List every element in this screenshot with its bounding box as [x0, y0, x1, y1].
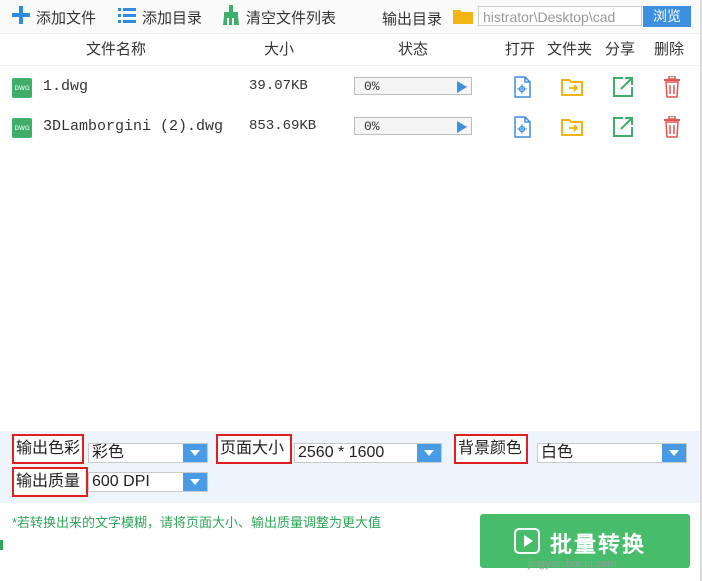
watermark-text: jingyan.baidu.com — [528, 558, 617, 570]
header-divider — [0, 65, 700, 66]
output-dir-label: 输出目录 — [382, 11, 443, 28]
bg-color-value: 白色 — [541, 444, 574, 461]
col-open-header: 打开 — [505, 41, 536, 58]
col-delete-header: 删除 — [654, 41, 685, 58]
add-dir-icon — [116, 5, 142, 29]
chevron-down-icon — [183, 444, 207, 462]
page-size-value: 2560 * 1600 — [298, 444, 385, 461]
add-file-button[interactable]: 添加文件 — [10, 6, 96, 28]
clear-list-icon — [220, 4, 246, 30]
page-size-select[interactable]: 2560 * 1600 — [294, 443, 442, 463]
app-window: 添加文件 添加目录 清空文件列表 输出目录 histrator\Desktop\… — [0, 0, 702, 581]
browse-button[interactable]: 浏览 — [643, 6, 691, 27]
play-circle-icon — [514, 528, 540, 558]
open-folder-icon[interactable] — [560, 76, 584, 102]
dwg-file-icon: DWG — [12, 118, 32, 138]
bg-color-select[interactable]: 白色 — [537, 443, 687, 463]
progress-text: 0% — [364, 119, 380, 134]
quality-value: 600 DPI — [92, 473, 150, 490]
col-folder-header: 文件夹 — [547, 41, 593, 58]
share-icon[interactable] — [612, 116, 634, 142]
chevron-down-icon — [662, 444, 686, 462]
output-path-input[interactable]: histrator\Desktop\cad — [478, 6, 642, 26]
col-size-header: 大小 — [264, 41, 295, 58]
chevron-down-icon — [183, 473, 207, 491]
file-name: 3DLamborgini (2).dwg — [43, 118, 224, 135]
share-icon[interactable] — [612, 76, 634, 102]
add-file-icon — [10, 4, 36, 30]
file-name: 1.dwg — [43, 78, 89, 95]
file-row[interactable]: DWG 3DLamborgini (2).dwg 853.69KB 0% — [0, 107, 700, 147]
add-dir-label: 添加目录 — [142, 9, 203, 27]
play-icon[interactable] — [457, 81, 467, 93]
col-status-header: 状态 — [398, 41, 429, 58]
delete-icon[interactable] — [662, 75, 682, 102]
file-size: 853.69KB — [249, 118, 317, 134]
clear-list-label: 清空文件列表 — [246, 9, 337, 27]
hint-text: *若转换出来的文字模糊，请将页面大小、输出质量调整为更大值 — [12, 515, 382, 530]
toolbar: 添加文件 添加目录 清空文件列表 输出目录 histrator\Desktop\… — [0, 0, 700, 34]
folder-icon[interactable] — [452, 6, 474, 30]
clear-list-button[interactable]: 清空文件列表 — [220, 4, 337, 30]
add-file-label: 添加文件 — [36, 9, 97, 27]
file-row[interactable]: DWG 1.dwg 39.07KB 0% — [0, 67, 700, 107]
col-name-header: 文件名称 — [86, 41, 147, 58]
col-share-header: 分享 — [605, 41, 636, 58]
open-folder-icon[interactable] — [560, 116, 584, 142]
add-dir-button[interactable]: 添加目录 — [116, 6, 202, 28]
open-file-icon[interactable] — [512, 116, 532, 142]
quality-select[interactable]: 600 DPI — [88, 472, 208, 492]
dwg-file-icon: DWG — [12, 78, 32, 98]
chevron-down-icon — [417, 444, 441, 462]
file-size: 39.07KB — [249, 78, 308, 94]
color-label: 输出色彩 — [12, 434, 84, 464]
play-icon[interactable] — [457, 121, 467, 133]
delete-icon[interactable] — [662, 115, 682, 142]
quality-label: 输出质量 — [12, 467, 88, 497]
options-panel: 输出色彩 彩色 页面大小 2560 * 1600 背景颜色 白色 输出质量 60… — [0, 431, 700, 503]
page-size-label: 页面大小 — [216, 434, 292, 464]
color-select[interactable]: 彩色 — [88, 443, 208, 463]
color-value: 彩色 — [92, 444, 125, 461]
progress-bar: 0% — [354, 77, 472, 95]
bg-color-label: 背景颜色 — [454, 434, 528, 464]
progress-bar: 0% — [354, 117, 472, 135]
batch-convert-label: 批量转换 — [550, 532, 647, 557]
open-file-icon[interactable] — [512, 76, 532, 102]
side-accent — [0, 540, 3, 550]
progress-text: 0% — [364, 79, 380, 94]
